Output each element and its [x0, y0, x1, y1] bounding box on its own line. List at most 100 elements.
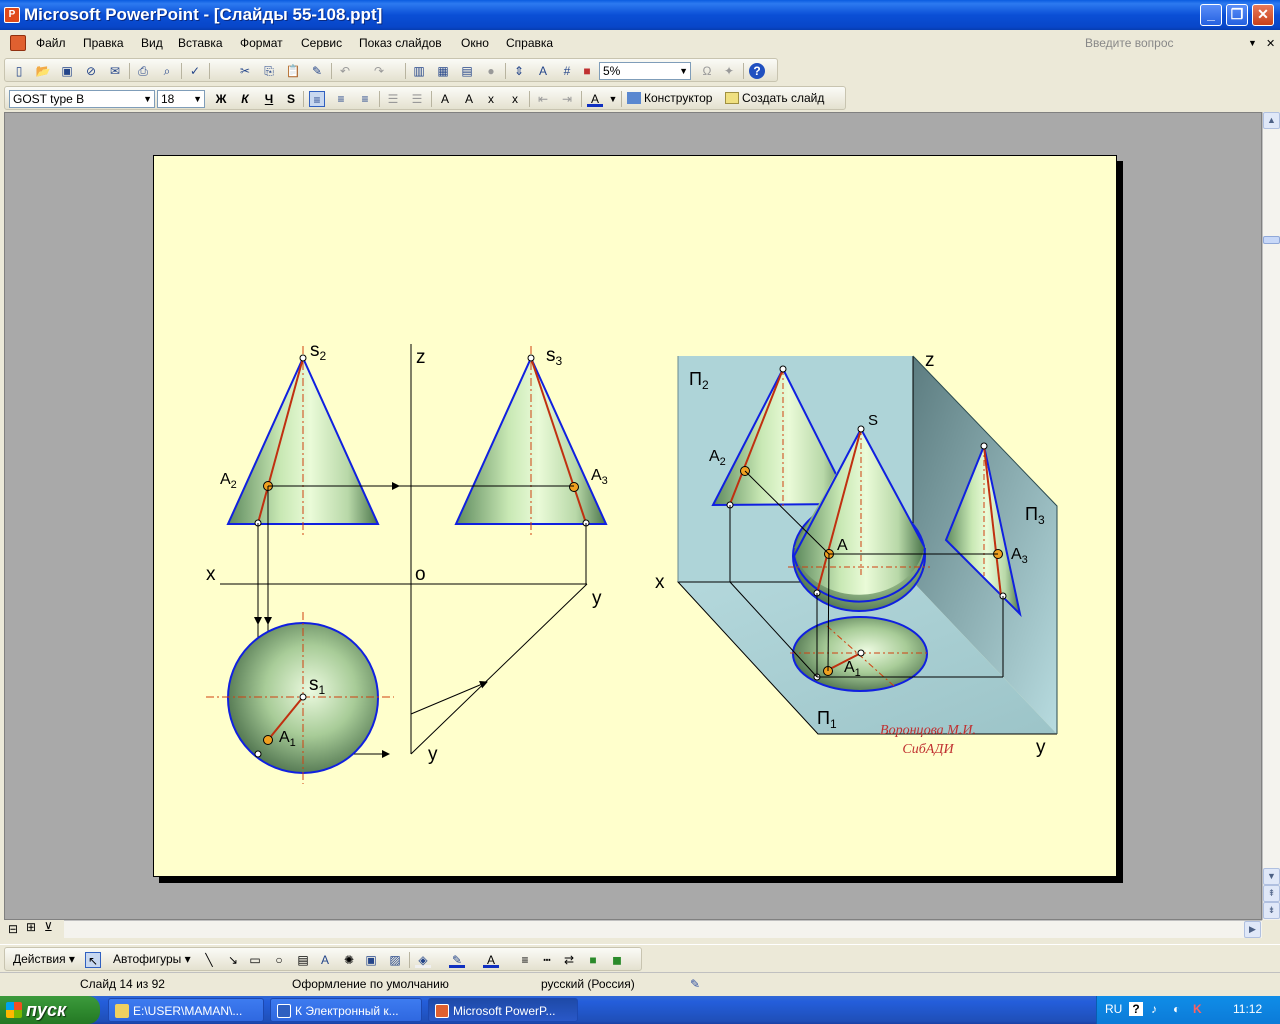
preview-icon[interactable]: ⌕ [159, 63, 175, 79]
tray-lang[interactable]: RU [1105, 1002, 1122, 1016]
scroll-down-icon[interactable]: ▼ [1263, 868, 1280, 885]
format-painter-icon[interactable]: ✎ [309, 63, 325, 79]
email-icon[interactable]: ✉ [107, 63, 123, 79]
horizontal-scrollbar[interactable]: ▶ [64, 920, 1262, 938]
table-icon[interactable]: ▦ [435, 63, 451, 79]
menu-edit[interactable]: Правка [83, 30, 124, 56]
line-color-icon[interactable]: ✎ [449, 952, 465, 968]
menu-tools[interactable]: Сервис [301, 30, 342, 56]
wordart-icon[interactable]: A [317, 952, 333, 968]
spelling-icon[interactable]: ✓ [187, 63, 203, 79]
grid-icon[interactable]: # [559, 63, 575, 79]
help-dropdown-icon[interactable]: ▼ [1248, 30, 1257, 56]
menu-format[interactable]: Формат [240, 30, 283, 56]
paste-icon[interactable]: 📋 [285, 63, 301, 79]
menu-slideshow[interactable]: Показ слайдов [359, 30, 442, 56]
help-icon[interactable]: ? [749, 63, 765, 79]
menu-window[interactable]: Окно [461, 30, 489, 56]
tray-volume-icon[interactable]: ♪ [1151, 1002, 1157, 1016]
font-color-icon[interactable]: A [587, 91, 603, 107]
line-icon[interactable]: ╲ [201, 952, 217, 968]
arrow-icon[interactable]: ↘ [225, 952, 241, 968]
decrease-indent-icon[interactable]: ⇤ [535, 91, 551, 107]
autoshapes-menu[interactable]: Автофигуры ▾ [113, 952, 191, 966]
minimize-button[interactable]: _ [1200, 4, 1222, 26]
formatting-icon[interactable]: A [535, 63, 551, 79]
diagram-icon[interactable]: ✺ [341, 952, 357, 968]
align-center-icon[interactable]: ≡ [333, 91, 349, 107]
undo-icon[interactable]: ↶ [337, 63, 353, 79]
slideshow-view-icon[interactable]: ⊻ [44, 920, 53, 934]
vertical-scrollbar[interactable]: ▲ ▼ ⇞ ⇟ [1262, 112, 1280, 920]
fill-color-icon[interactable]: ◈ [415, 952, 431, 968]
dash-style-icon[interactable]: ┅ [539, 952, 555, 968]
open-icon[interactable]: 📂 [35, 63, 51, 79]
copy-icon[interactable]: ⎘ [261, 63, 277, 79]
italic-button[interactable]: К [237, 91, 253, 107]
shadow-style-icon[interactable]: ■ [585, 952, 601, 968]
permission-icon[interactable]: ⊘ [83, 63, 99, 79]
picture-icon[interactable]: ▨ [387, 952, 403, 968]
font-color-dropdown-icon[interactable]: ▼ [605, 91, 621, 107]
arrow-style-icon[interactable]: ⇄ [561, 952, 577, 968]
menu-help[interactable]: Справка [506, 30, 553, 56]
textbox-icon[interactable]: ▤ [295, 952, 311, 968]
size-combo[interactable]: 18 ▼ [157, 90, 205, 108]
tray-antivirus-icon[interactable]: K [1193, 1002, 1202, 1016]
print-icon[interactable]: ⎙ [135, 63, 151, 79]
slide-canvas[interactable]: s2 s3 s1 z x o y y A2 A3 A1 П2 П3 П1 z x… [153, 155, 1117, 877]
increase-indent-icon[interactable]: ⇥ [559, 91, 575, 107]
tray-help-icon[interactable]: ? [1129, 1002, 1143, 1016]
tray-network-icon[interactable]: ◐ [1173, 1002, 1180, 1016]
doc-icon[interactable] [10, 30, 26, 56]
start-button[interactable]: пуск [0, 996, 100, 1024]
cut-icon[interactable]: ✂ [237, 63, 253, 79]
decrease-font-icon[interactable]: A [461, 91, 477, 107]
menu-view[interactable]: Вид [141, 30, 163, 56]
task-word[interactable]: К Электронный к... [270, 998, 422, 1022]
numbering-icon[interactable]: ☰ [385, 91, 401, 107]
sorter-view-icon[interactable]: ⊞ [26, 920, 36, 934]
expand-icon[interactable]: ⇕ [511, 63, 527, 79]
ink-icon[interactable]: ✦ [721, 63, 737, 79]
scroll-thumb[interactable] [1263, 236, 1280, 244]
underline-button[interactable]: Ч [261, 91, 277, 107]
select-arrow-icon[interactable]: ↖ [85, 952, 101, 968]
rectangle-icon[interactable]: ▭ [247, 952, 263, 968]
next-slide-icon[interactable]: ⇟ [1263, 902, 1280, 919]
bullets-icon[interactable]: ☰ [409, 91, 425, 107]
clipart-icon[interactable]: ▣ [363, 952, 379, 968]
scroll-right-icon[interactable]: ▶ [1244, 921, 1261, 938]
save-icon[interactable]: ▣ [59, 63, 75, 79]
3d-style-icon[interactable]: ◼ [609, 952, 625, 968]
spelling-status-icon[interactable]: ✎ [690, 977, 700, 991]
align-left-icon[interactable]: ≡ [309, 91, 325, 107]
subscript-icon[interactable]: x [483, 91, 499, 107]
task-powerpoint[interactable]: Microsoft PowerP... [428, 998, 578, 1022]
chart-icon[interactable]: ▥ [411, 63, 427, 79]
powerpoint-icon[interactable]: P [4, 7, 20, 23]
help-search-input[interactable]: Введите вопрос [1085, 30, 1174, 56]
prev-slide-icon[interactable]: ⇞ [1263, 885, 1280, 902]
drawbar-font-color-icon[interactable]: A [483, 952, 499, 968]
close-button[interactable]: ✕ [1252, 4, 1274, 26]
doc-close-icon[interactable]: ✕ [1266, 30, 1275, 56]
oval-icon[interactable]: ○ [271, 952, 287, 968]
menu-insert[interactable]: Вставка [178, 30, 223, 56]
actions-menu[interactable]: Действия ▾ [13, 952, 75, 966]
increase-font-icon[interactable]: A [437, 91, 453, 107]
superscript-icon[interactable]: x [507, 91, 523, 107]
designer-button[interactable]: Конструктор [627, 87, 712, 109]
bold-button[interactable]: Ж [213, 91, 229, 107]
align-right-icon[interactable]: ≡ [357, 91, 373, 107]
color-grayscale-icon[interactable]: ■ [579, 63, 595, 79]
font-combo[interactable]: GOST type B ▼ [9, 90, 155, 108]
tables-borders-icon[interactable]: ▤ [459, 63, 475, 79]
new-slide-button[interactable]: Создать слайд [725, 87, 824, 109]
tray-clock[interactable]: 11:12 [1233, 1002, 1262, 1016]
redo-icon[interactable]: ↷ [371, 63, 387, 79]
scroll-up-icon[interactable]: ▲ [1263, 112, 1280, 129]
new-icon[interactable]: ▯ [11, 63, 27, 79]
menu-file[interactable]: Файл [36, 30, 66, 56]
task-explorer[interactable]: E:\USER\MAMAN\... [108, 998, 264, 1022]
